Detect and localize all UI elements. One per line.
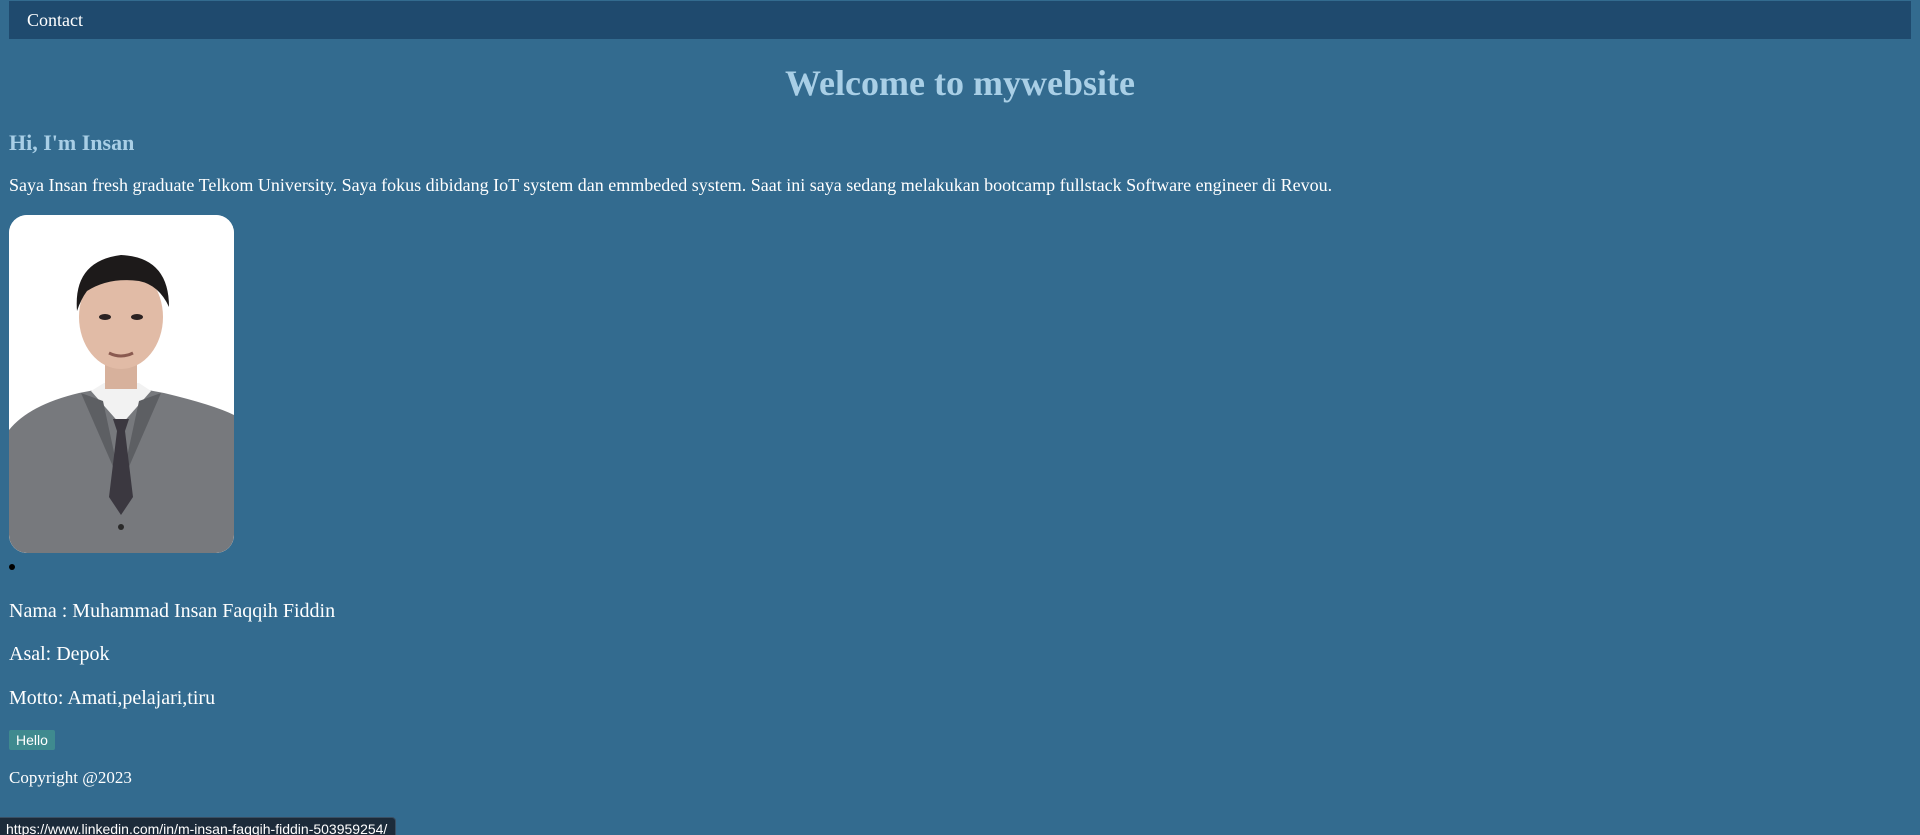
nav-link-contact[interactable]: Contact	[27, 10, 83, 31]
intro-paragraph: Saya Insan fresh graduate Telkom Univers…	[9, 175, 1333, 195]
page-title: Welcome to mywebsite	[785, 63, 1135, 103]
hello-button[interactable]: Hello	[9, 730, 55, 750]
greeting-heading: Hi, I'm Insan	[9, 130, 135, 155]
profile-name: Nama : Muhammad Insan Faqqih Fiddin	[9, 600, 336, 622]
copyright-text: Copyright @2023	[9, 768, 132, 787]
profile-photo-illustration	[9, 215, 234, 553]
profile-origin: Asal: Depok	[9, 643, 110, 665]
navbar: Contact	[9, 1, 1911, 39]
status-bar-url: https://www.linkedin.com/in/m-insan-faqq…	[0, 817, 397, 835]
page: Contact Welcome to mywebsite Hi, I'm Ins…	[0, 0, 1920, 835]
profile-photo	[9, 215, 234, 553]
profile-motto: Motto: Amati,pelajari,tiru	[9, 687, 216, 709]
list-bullet	[9, 564, 15, 570]
